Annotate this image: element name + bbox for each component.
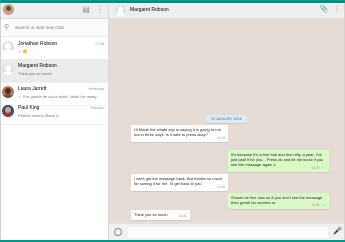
chat-list-item-active[interactable]: Margaret Robson Think you so much — [1, 59, 108, 83]
menu-icon[interactable]: ⋮ — [332, 5, 342, 15]
date-divider: 23 JANUARY 2015 — [206, 115, 247, 123]
message-meta: 14:20✓✓ — [312, 166, 326, 171]
chat-list-pane: ▤ ⋮ ⚲ Jonathan Robson 17:48 ✓ 😁 Margaret… — [1, 3, 109, 240]
chat-name: Jonathan Robson — [18, 41, 58, 47]
message-time: 14:30 — [311, 202, 320, 207]
compose-bar: ∙ 🎤 — [109, 223, 344, 240]
message-time: 14:31 — [179, 213, 187, 218]
search-bar: ⚲ — [1, 19, 108, 37]
search-icon: ⚲ — [4, 24, 10, 31]
avatar — [2, 105, 14, 117]
contact-name[interactable]: Margaret Robson — [130, 7, 169, 13]
avatar — [2, 41, 14, 53]
chat-preview: ✓ If ur gonna be out a while I think i'm… — [18, 94, 100, 99]
emoji-icon[interactable]: ∙ — [114, 228, 122, 236]
chat-time: 17:48 — [95, 42, 104, 46]
chat-time: Yesterday — [88, 87, 104, 91]
message-meta: 14:30✓✓ — [312, 203, 326, 208]
chat-list-item[interactable]: Paul King Tuesday Perfect cheers Marie X — [1, 101, 108, 125]
conversation-pane: Margaret Robson 📎 ⋮ 23 JANUARY 2015 Hi M… — [109, 3, 344, 240]
chat-time: Tuesday — [90, 106, 104, 110]
avatar — [2, 86, 14, 98]
conversation-header: Margaret Robson 📎 ⋮ — [109, 3, 344, 19]
chat-preview: Think you so much — [18, 71, 52, 76]
read-ticks-icon: ✓✓ — [320, 165, 326, 170]
contact-avatar[interactable] — [115, 5, 126, 16]
chat-name: Margaret Robson — [18, 63, 57, 69]
mic-icon[interactable]: 🎤 — [333, 227, 342, 237]
message-text: Hi Marie the whats app is saying it is g… — [134, 127, 221, 138]
avatar — [2, 63, 14, 75]
attach-icon[interactable]: 📎 — [319, 5, 329, 15]
chat-preview: ✓ 😁 — [18, 49, 28, 54]
chat-icon[interactable]: ▤ — [81, 5, 91, 15]
chat-name: Laura Jarrett — [18, 86, 47, 92]
sidebar-header: ▤ ⋮ — [1, 3, 108, 19]
message-time: 14:20 — [311, 165, 320, 170]
search-input[interactable] — [15, 22, 103, 32]
message-input[interactable] — [128, 227, 328, 238]
my-profile-avatar[interactable] — [3, 4, 14, 15]
message-bubble-outgoing: It's because it's a free trial and then … — [228, 150, 329, 172]
message-text: I can't get the message back. But thanks… — [134, 176, 223, 187]
message-list: 23 JANUARY 2015 Hi Marie the whats app i… — [109, 19, 344, 223]
message-time: 14:26 — [217, 184, 225, 189]
message-text: Think you so much — [134, 212, 168, 217]
message-text: It's because it's a free trial and then … — [231, 152, 324, 168]
menu-icon[interactable]: ⋮ — [95, 5, 105, 15]
message-bubble-incoming: Think you so much 14:31 — [131, 210, 190, 220]
message-bubble-outgoing: Should be fine now so if you don't see t… — [228, 193, 329, 209]
chat-name: Paul King — [18, 105, 40, 111]
whatsapp-window: ▤ ⋮ ⚲ Jonathan Robson 17:48 ✓ 😁 Margaret… — [1, 3, 344, 240]
read-ticks-icon: ✓✓ — [320, 202, 326, 207]
chat-list-item[interactable]: Jonathan Robson 17:48 ✓ 😁 — [1, 37, 108, 61]
message-text: Should be fine now so if you don't see t… — [231, 195, 323, 206]
message-bubble-incoming: I can't get the message back. But thanks… — [131, 174, 228, 191]
message-bubble-incoming: Hi Marie the whats app is saying it is g… — [131, 125, 228, 142]
chat-preview: Perfect cheers Marie X — [18, 113, 59, 118]
message-time: 14:15 — [217, 135, 225, 140]
